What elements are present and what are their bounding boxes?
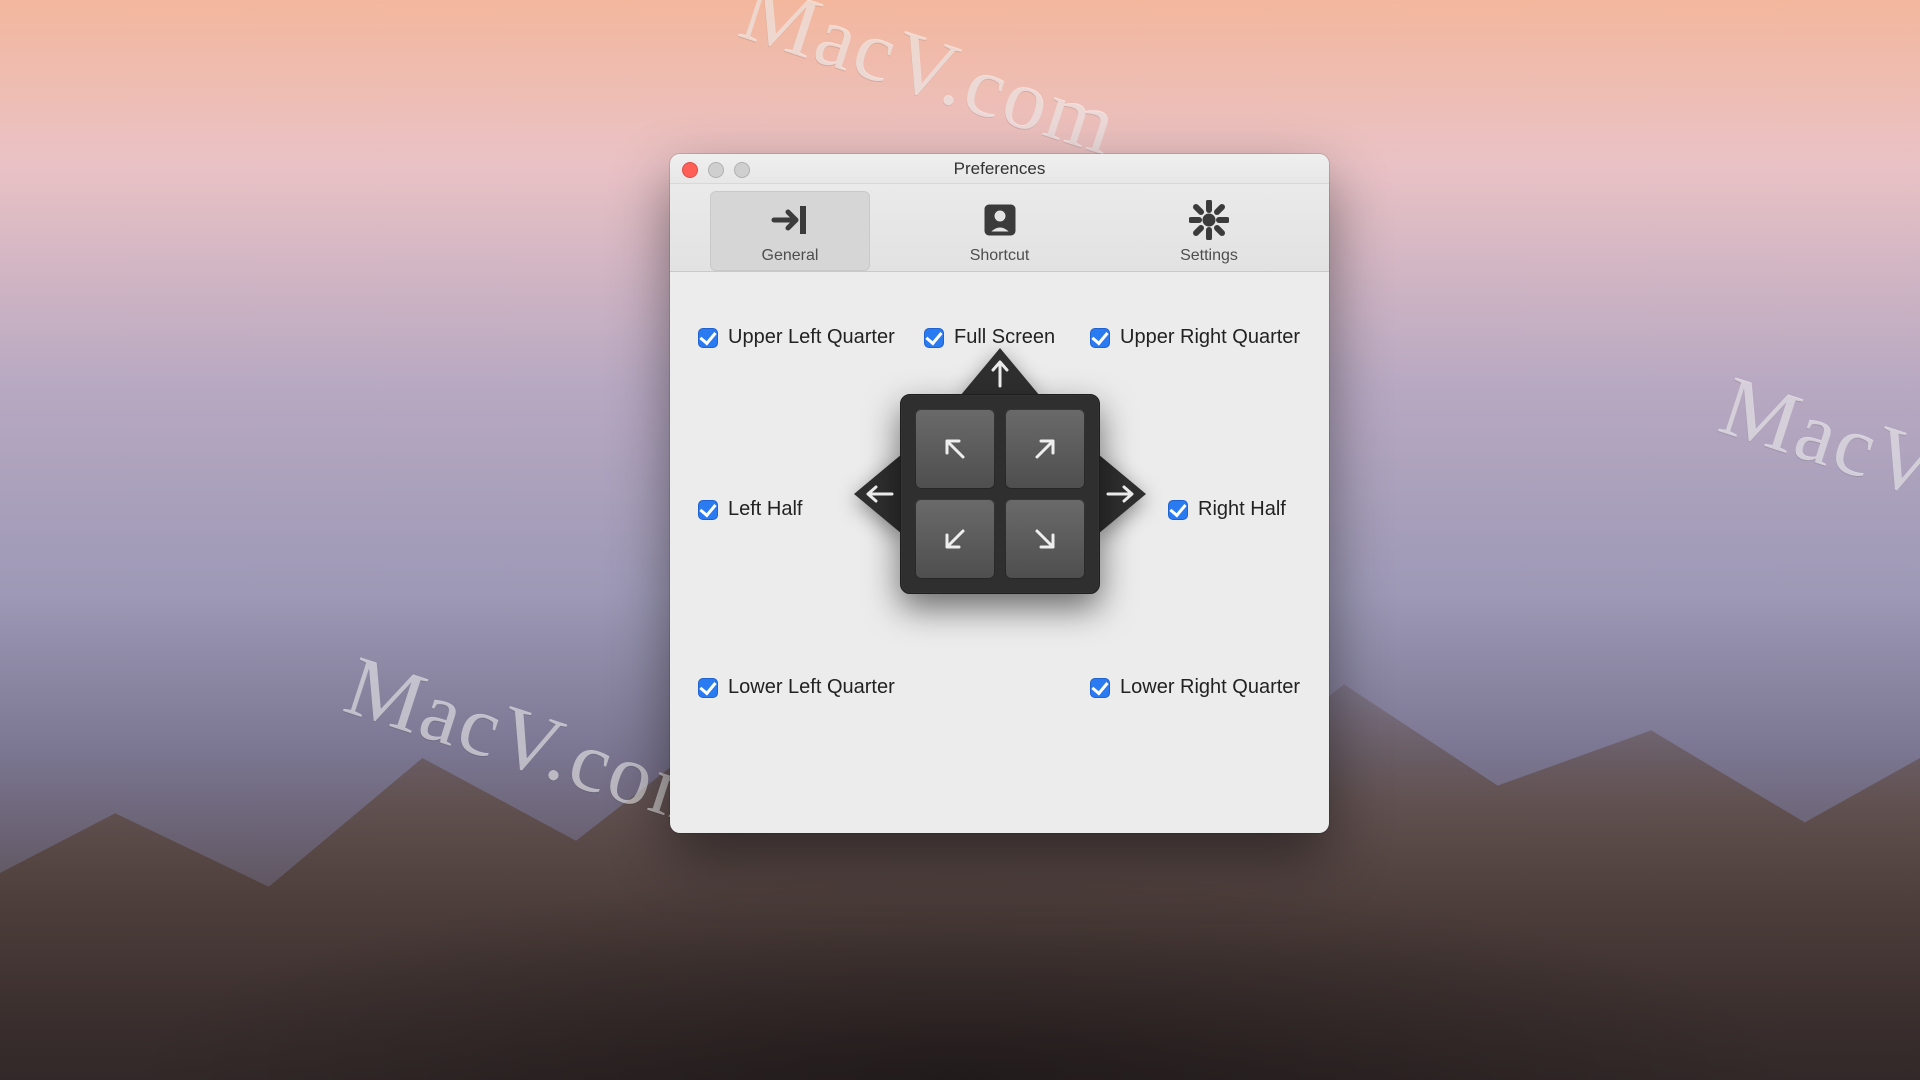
checkbox-input[interactable] bbox=[924, 328, 944, 348]
zoom-icon[interactable] bbox=[734, 162, 750, 178]
arrow-up-icon bbox=[990, 356, 1010, 390]
arrow-left-icon bbox=[862, 484, 896, 504]
window-controls bbox=[682, 162, 750, 178]
checkbox-left-half[interactable]: Left Half bbox=[698, 498, 802, 521]
checkbox-right-half[interactable]: Right Half bbox=[1168, 498, 1286, 521]
checkbox-upper-left-quarter[interactable]: Upper Left Quarter bbox=[698, 326, 895, 349]
checkbox-input[interactable] bbox=[698, 500, 718, 520]
tab-settings-label: Settings bbox=[1180, 247, 1238, 265]
checkbox-full-screen[interactable]: Full Screen bbox=[924, 326, 1055, 349]
window-title: Preferences bbox=[954, 159, 1046, 179]
checkbox-lower-right-quarter[interactable]: Lower Right Quarter bbox=[1090, 676, 1300, 699]
checkbox-label: Upper Left Quarter bbox=[728, 326, 895, 349]
quad-bottom-right bbox=[1005, 499, 1085, 579]
checkbox-input[interactable] bbox=[698, 678, 718, 698]
titlebar[interactable]: Preferences bbox=[670, 154, 1329, 184]
minimize-icon[interactable] bbox=[708, 162, 724, 178]
checkbox-label: Lower Left Quarter bbox=[728, 676, 895, 699]
checkbox-label: Right Half bbox=[1198, 498, 1286, 521]
checkbox-label: Left Half bbox=[728, 498, 802, 521]
checkbox-label: Lower Right Quarter bbox=[1120, 676, 1300, 699]
watermark: MacV.com bbox=[729, 0, 1130, 175]
tab-settings[interactable]: Settings bbox=[1129, 191, 1289, 271]
arrow-right-icon bbox=[1104, 484, 1138, 504]
tab-general[interactable]: General bbox=[710, 191, 870, 271]
close-icon[interactable] bbox=[682, 162, 698, 178]
quad-top-right bbox=[1005, 409, 1085, 489]
checkbox-input[interactable] bbox=[1090, 328, 1110, 348]
tab-shortcut[interactable]: Shortcut bbox=[920, 191, 1080, 271]
quad-bottom-left bbox=[915, 499, 995, 579]
checkbox-label: Upper Right Quarter bbox=[1120, 326, 1300, 349]
checkbox-input[interactable] bbox=[1168, 500, 1188, 520]
general-icon bbox=[769, 199, 811, 241]
shortcut-icon bbox=[979, 199, 1021, 241]
checkbox-input[interactable] bbox=[698, 328, 718, 348]
watermark: MacV.com bbox=[1709, 355, 1920, 570]
content-area: Upper Left Quarter Full Screen Upper Rig… bbox=[670, 272, 1329, 833]
checkbox-upper-right-quarter[interactable]: Upper Right Quarter bbox=[1090, 326, 1300, 349]
tab-shortcut-label: Shortcut bbox=[970, 247, 1030, 265]
tab-general-label: General bbox=[762, 247, 819, 265]
toolbar: General Shortcut Settings bbox=[670, 184, 1329, 272]
checkbox-input[interactable] bbox=[1090, 678, 1110, 698]
snap-core bbox=[900, 394, 1100, 594]
snap-diagram bbox=[856, 350, 1144, 630]
preferences-window: Preferences General Shortcut Settings bbox=[670, 154, 1329, 833]
settings-icon bbox=[1188, 199, 1230, 241]
checkbox-lower-left-quarter[interactable]: Lower Left Quarter bbox=[698, 676, 895, 699]
quad-top-left bbox=[915, 409, 995, 489]
desktop-background: MacV.com MacV.com MacV.com Preferences G… bbox=[0, 0, 1920, 1080]
checkbox-label: Full Screen bbox=[954, 326, 1055, 349]
